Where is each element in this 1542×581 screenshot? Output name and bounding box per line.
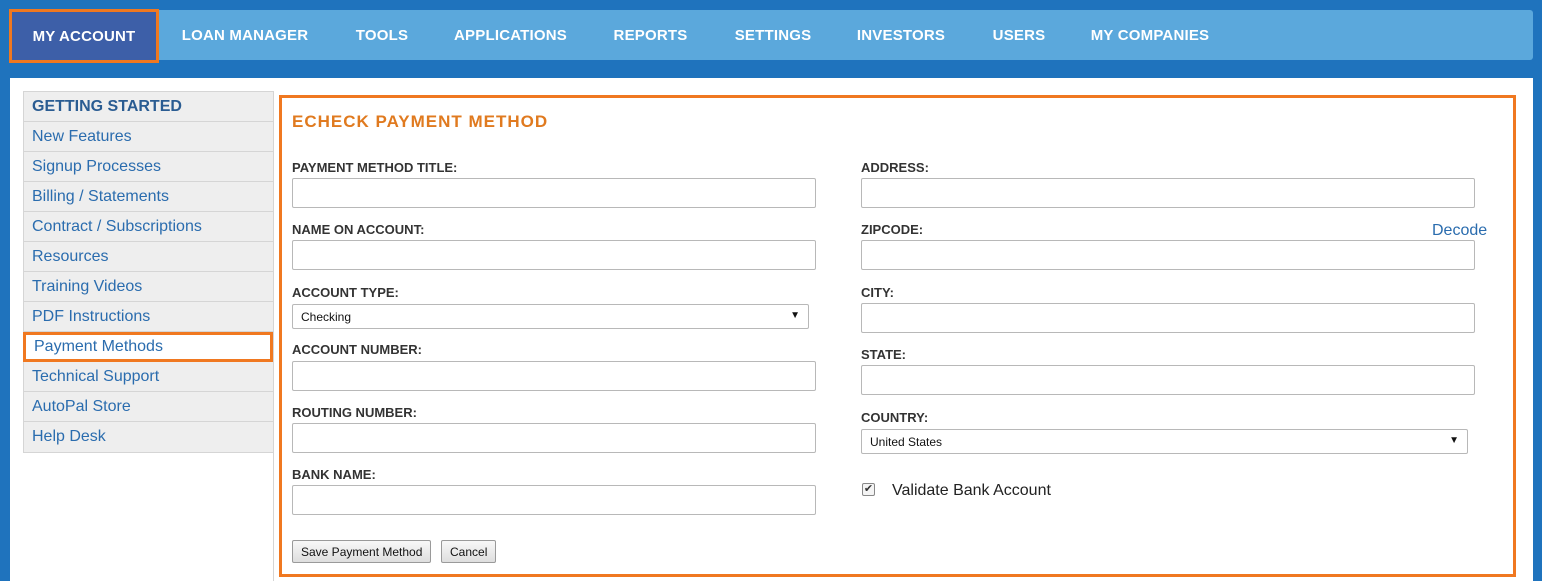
sidebar-item-new-features[interactable]: New Features bbox=[24, 122, 273, 152]
sidebar-item-technical-support[interactable]: Technical Support bbox=[24, 362, 273, 392]
sidebar-item-contract-subscriptions[interactable]: Contract / Subscriptions bbox=[24, 212, 273, 242]
sidebar-item-pdf-instructions[interactable]: PDF Instructions bbox=[24, 302, 273, 332]
routing-number-label: ROUTING NUMBER: bbox=[292, 405, 417, 420]
sidebar-item-signup-processes[interactable]: Signup Processes bbox=[24, 152, 273, 182]
validate-bank-account-label: Validate Bank Account bbox=[892, 482, 1051, 499]
nav-tools[interactable]: TOOLS bbox=[331, 10, 433, 60]
city-label: CITY: bbox=[861, 285, 894, 300]
top-nav: MY ACCOUNT LOAN MANAGER TOOLS APPLICATIO… bbox=[9, 9, 1533, 63]
name-on-account-input[interactable] bbox=[292, 240, 816, 270]
sidebar-item-billing-statements[interactable]: Billing / Statements bbox=[24, 182, 273, 212]
address-input[interactable] bbox=[861, 178, 1475, 208]
checkmark-icon: ✔ bbox=[863, 483, 874, 495]
form-title: ECHECK PAYMENT METHOD bbox=[292, 112, 549, 131]
nav-loan-manager[interactable]: LOAN MANAGER bbox=[159, 10, 331, 60]
nav-investors[interactable]: INVESTORS bbox=[833, 10, 969, 60]
nav-applications[interactable]: APPLICATIONS bbox=[433, 10, 588, 60]
state-label: STATE: bbox=[861, 347, 907, 362]
nav-my-account[interactable]: MY ACCOUNT bbox=[9, 9, 159, 63]
nav-users[interactable]: USERS bbox=[969, 10, 1069, 60]
sidebar-item-help-desk[interactable]: Help Desk bbox=[24, 422, 273, 452]
sidebar-heading: GETTING STARTED bbox=[24, 92, 273, 122]
country-label: COUNTRY: bbox=[861, 410, 929, 425]
chevron-down-icon: ▼ bbox=[790, 310, 800, 321]
cancel-button[interactable]: Cancel bbox=[441, 540, 497, 563]
address-label: ADDRESS: bbox=[861, 160, 929, 175]
chevron-down-icon: ▼ bbox=[1449, 435, 1459, 446]
zipcode-input[interactable] bbox=[861, 240, 1475, 270]
country-value: United States bbox=[870, 434, 943, 449]
bank-name-input[interactable] bbox=[292, 485, 816, 515]
payment-method-title-input[interactable] bbox=[292, 178, 816, 208]
nav-my-companies[interactable]: MY COMPANIES bbox=[1069, 10, 1231, 60]
name-on-account-label: NAME ON ACCOUNT: bbox=[292, 222, 425, 237]
account-type-value: Checking bbox=[301, 309, 352, 324]
country-select[interactable]: United States ▼ bbox=[861, 429, 1468, 454]
state-input[interactable] bbox=[861, 365, 1475, 395]
sidebar: GETTING STARTED New Features Signup Proc… bbox=[23, 91, 273, 453]
save-payment-method-button[interactable]: Save Payment Method bbox=[292, 540, 432, 563]
payment-method-title-label: PAYMENT METHOD TITLE: bbox=[292, 160, 458, 175]
account-type-label: ACCOUNT TYPE: bbox=[292, 285, 399, 300]
account-type-select[interactable]: Checking ▼ bbox=[292, 304, 809, 329]
echeck-form-panel: ECHECK PAYMENT METHOD PAYMENT METHOD TIT… bbox=[279, 95, 1516, 577]
sidebar-item-training-videos[interactable]: Training Videos bbox=[24, 272, 273, 302]
bank-name-label: BANK NAME: bbox=[292, 467, 376, 482]
sidebar-item-payment-methods[interactable]: Payment Methods bbox=[23, 332, 273, 362]
validate-bank-account-checkbox[interactable]: ✔ bbox=[862, 483, 875, 496]
decode-link[interactable]: Decode bbox=[1432, 222, 1487, 240]
sidebar-item-autopal-store[interactable]: AutoPal Store bbox=[24, 392, 273, 422]
nav-reports[interactable]: REPORTS bbox=[588, 10, 713, 60]
sidebar-item-resources[interactable]: Resources bbox=[24, 242, 273, 272]
zipcode-label: ZIPCODE: bbox=[861, 222, 924, 237]
routing-number-input[interactable] bbox=[292, 423, 816, 453]
nav-settings[interactable]: SETTINGS bbox=[713, 10, 833, 60]
sidebar-divider bbox=[273, 91, 274, 581]
main-content: GETTING STARTED New Features Signup Proc… bbox=[10, 78, 1533, 581]
city-input[interactable] bbox=[861, 303, 1475, 333]
account-number-input[interactable] bbox=[292, 361, 816, 391]
account-number-label: ACCOUNT NUMBER: bbox=[292, 342, 422, 357]
